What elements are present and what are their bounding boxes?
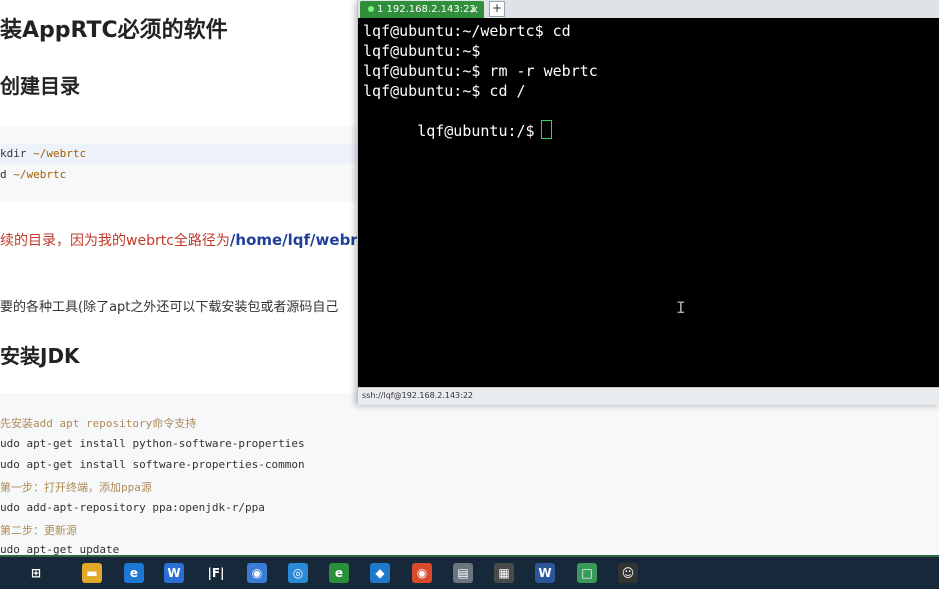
typora-icon[interactable]: |F| [206,563,226,583]
wps-writer-icon[interactable]: W [164,563,184,583]
screenshot-tool-icon[interactable]: ▤ [453,563,473,583]
new-tab-button[interactable]: + [489,1,505,17]
app-green-icon[interactable]: □ [577,563,597,583]
code-comment[interactable]: 先安装add apt repository命令支持 [0,415,196,431]
code-line[interactable]: udo apt-get install python-software-prop… [0,437,305,450]
taskbar: ⊞ ▬ e W |F| ◉ ◎ e ◆ ◉ ▤ ▦ W □ ☺ [0,555,939,589]
terminal-prompt-line: lqf@ubuntu:/$ [363,102,552,158]
code-block-dir: kdir ~/webrtc d ~/webrtc [0,126,360,202]
code-comment[interactable]: 第一步：打开终端，添加ppa源 [0,479,152,495]
netease-music-icon[interactable]: ◉ [412,563,432,583]
terminal-tab[interactable]: 1 192.168.2.143:22 × [360,1,484,18]
heading-create-dir: 创建目录 [0,74,80,98]
code-line[interactable]: kdir ~/webrtc [0,144,360,164]
browser-blue-icon[interactable]: ◉ [247,563,267,583]
terminal-tab-bar: 1 192.168.2.143:22 × + [358,0,939,18]
terminal-line: lqf@ubuntu:~/webrtc$ cd [363,22,571,40]
terminal-line: lqf@ubuntu:~$ [363,42,481,60]
code-block-jdk: 先安装add apt repository命令支持 udo apt-get in… [0,393,939,556]
terminal-line: lqf@ubuntu:~$ cd / [363,82,526,100]
task-view-icon[interactable]: ⊞ [26,563,46,583]
tools-note: 要的各种工具(除了apt之外还可以下载安装包或者源码自己 [0,300,339,315]
vscode-icon[interactable]: ◆ [370,563,390,583]
terminal-line: lqf@ubuntu:~$ rm -r webrtc [363,62,598,80]
mascot-icon[interactable]: ☺ [618,563,638,583]
text-cursor-icon: I [676,298,686,317]
code-line[interactable]: d ~/webrtc [0,168,66,181]
file-explorer-icon[interactable]: ▬ [82,563,102,583]
ie-icon[interactable]: e [329,563,349,583]
edge-icon[interactable]: e [124,563,144,583]
terminal-cursor [540,120,552,139]
terminal-screen[interactable]: lqf@ubuntu:~/webrtc$ cd lqf@ubuntu:~$ lq… [358,18,939,387]
heading-main: 装AppRTC必须的软件 [0,18,228,43]
code-line[interactable]: udo apt-get install software-properties-… [0,458,305,471]
code-comment[interactable]: 第二步：更新源 [0,522,77,538]
word-icon[interactable]: W [535,563,555,583]
browser-sphere-icon[interactable]: ◎ [288,563,308,583]
calculator-icon[interactable]: ▦ [494,563,514,583]
connected-status-icon [368,6,374,12]
connection-status-text: ssh://lqf@192.168.2.143:22 [362,391,474,400]
code-line[interactable]: udo add-apt-repository ppa:openjdk-r/ppa [0,501,265,514]
terminal-window[interactable]: 1 192.168.2.143:22 × + lqf@ubuntu:~/webr… [357,0,939,405]
close-tab-icon[interactable]: × [470,1,479,18]
red-note: 续的目录，因为我的webrtc全路径为/home/lqf/webrtc [0,231,374,249]
heading-install-jdk: 安装JDK [0,344,80,368]
terminal-status-bar: ssh://lqf@192.168.2.143:22 [358,387,939,405]
